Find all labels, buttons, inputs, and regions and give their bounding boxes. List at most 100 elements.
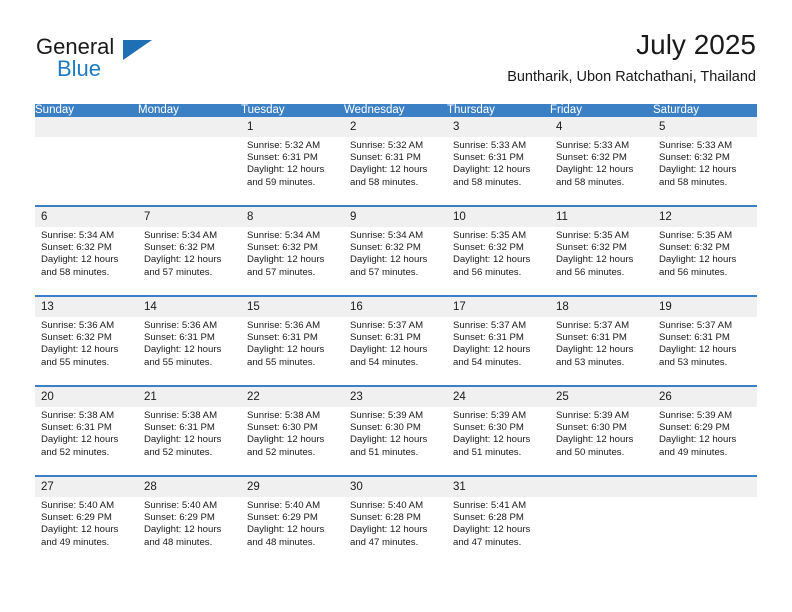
sunset-text: Sunset: 6:32 PM — [659, 242, 730, 254]
day-number: 20 — [35, 387, 138, 407]
daylight-text-line2: and 53 minutes. — [659, 356, 728, 368]
day-details: Sunrise: 5:39 AM Sunset: 6:30 PM Dayligh… — [344, 407, 447, 459]
calendar-day-cell[interactable]: 23 Sunrise: 5:39 AM Sunset: 6:30 PM Dayl… — [344, 387, 447, 475]
daylight-text-line1: Daylight: 12 hours — [41, 524, 119, 536]
triangle-logo-icon — [123, 40, 152, 60]
sunset-text: Sunset: 6:32 PM — [247, 242, 318, 254]
calendar-day-cell[interactable]: 24 Sunrise: 5:39 AM Sunset: 6:30 PM Dayl… — [447, 387, 550, 475]
day-details: Sunrise: 5:40 AM Sunset: 6:29 PM Dayligh… — [138, 497, 241, 549]
calendar-day-cell[interactable]: 29 Sunrise: 5:40 AM Sunset: 6:29 PM Dayl… — [241, 477, 344, 565]
calendar-day-cell[interactable]: 14 Sunrise: 5:36 AM Sunset: 6:31 PM Dayl… — [138, 297, 241, 385]
calendar-day-cell[interactable]: 17 Sunrise: 5:37 AM Sunset: 6:31 PM Dayl… — [447, 297, 550, 385]
daylight-text-line1: Daylight: 12 hours — [247, 434, 325, 446]
sunrise-text: Sunrise: 5:38 AM — [41, 410, 115, 421]
calendar-day-cell[interactable]: 21 Sunrise: 5:38 AM Sunset: 6:31 PM Dayl… — [138, 387, 241, 475]
calendar-day-cell[interactable]: 22 Sunrise: 5:38 AM Sunset: 6:30 PM Dayl… — [241, 387, 344, 475]
calendar-day-cell[interactable]: 25 Sunrise: 5:39 AM Sunset: 6:30 PM Dayl… — [550, 387, 653, 475]
sunrise-text: Sunrise: 5:36 AM — [144, 320, 218, 331]
day-details: Sunrise: 5:32 AM Sunset: 6:31 PM Dayligh… — [241, 137, 344, 189]
sunrise-text: Sunrise: 5:33 AM — [453, 140, 527, 151]
sunset-text: Sunset: 6:31 PM — [350, 152, 421, 164]
calendar-day-cell[interactable]: 5 Sunrise: 5:33 AM Sunset: 6:32 PM Dayli… — [653, 117, 757, 205]
calendar-day-cell[interactable]: 13 Sunrise: 5:36 AM Sunset: 6:32 PM Dayl… — [35, 297, 138, 385]
sunset-text: Sunset: 6:32 PM — [556, 242, 627, 254]
calendar-day-cell[interactable]: 26 Sunrise: 5:39 AM Sunset: 6:29 PM Dayl… — [653, 387, 757, 475]
daylight-text-line1: Daylight: 12 hours — [247, 254, 325, 266]
day-number: 7 — [138, 207, 241, 227]
calendar-day-cell[interactable]: 3 Sunrise: 5:33 AM Sunset: 6:31 PM Dayli… — [447, 117, 550, 205]
day-details: Sunrise: 5:40 AM Sunset: 6:28 PM Dayligh… — [344, 497, 447, 549]
daylight-text-line2: and 48 minutes. — [247, 536, 316, 548]
day-number: 26 — [653, 387, 757, 407]
daylight-text-line1: Daylight: 12 hours — [144, 344, 222, 356]
daylight-text-line1: Daylight: 12 hours — [659, 164, 737, 176]
daylight-text-line2: and 47 minutes. — [453, 536, 522, 548]
sunrise-text: Sunrise: 5:33 AM — [659, 140, 733, 151]
sunset-text: Sunset: 6:32 PM — [41, 242, 112, 254]
sunrise-text: Sunrise: 5:40 AM — [247, 500, 321, 511]
day-number: 19 — [653, 297, 757, 317]
daylight-text-line1: Daylight: 12 hours — [453, 254, 531, 266]
sunrise-text: Sunrise: 5:34 AM — [41, 230, 115, 241]
sunset-text: Sunset: 6:32 PM — [350, 242, 421, 254]
calendar-day-cell[interactable]: 9 Sunrise: 5:34 AM Sunset: 6:32 PM Dayli… — [344, 207, 447, 295]
sunrise-text: Sunrise: 5:34 AM — [144, 230, 218, 241]
sunrise-text: Sunrise: 5:36 AM — [41, 320, 115, 331]
day-details: Sunrise: 5:33 AM Sunset: 6:32 PM Dayligh… — [653, 137, 757, 189]
weekday-header-thursday: Thursday — [447, 104, 550, 117]
calendar-week-row: 1 Sunrise: 5:32 AM Sunset: 6:31 PM Dayli… — [35, 117, 757, 206]
calendar-day-cell[interactable]: 15 Sunrise: 5:36 AM Sunset: 6:31 PM Dayl… — [241, 297, 344, 385]
calendar-day-cell — [653, 477, 757, 565]
sunrise-text: Sunrise: 5:35 AM — [659, 230, 733, 241]
day-number: 5 — [653, 117, 757, 137]
daylight-text-line2: and 56 minutes. — [453, 266, 522, 278]
calendar-day-cell[interactable]: 7 Sunrise: 5:34 AM Sunset: 6:32 PM Dayli… — [138, 207, 241, 295]
sunset-text: Sunset: 6:32 PM — [144, 242, 215, 254]
sunrise-text: Sunrise: 5:39 AM — [659, 410, 733, 421]
sunset-text: Sunset: 6:30 PM — [556, 422, 627, 434]
day-details: Sunrise: 5:33 AM Sunset: 6:31 PM Dayligh… — [447, 137, 550, 189]
daylight-text-line1: Daylight: 12 hours — [144, 434, 222, 446]
page-subtitle: Buntharik, Ubon Ratchathani, Thailand — [507, 69, 756, 85]
calendar-day-cell[interactable]: 28 Sunrise: 5:40 AM Sunset: 6:29 PM Dayl… — [138, 477, 241, 565]
sunset-text: Sunset: 6:32 PM — [556, 152, 627, 164]
weekday-header-monday: Monday — [138, 104, 241, 117]
day-number: 25 — [550, 387, 653, 407]
day-details: Sunrise: 5:38 AM Sunset: 6:30 PM Dayligh… — [241, 407, 344, 459]
calendar-day-cell[interactable]: 6 Sunrise: 5:34 AM Sunset: 6:32 PM Dayli… — [35, 207, 138, 295]
daylight-text-line2: and 56 minutes. — [556, 266, 625, 278]
sunset-text: Sunset: 6:30 PM — [350, 422, 421, 434]
calendar-week-row: 6 Sunrise: 5:34 AM Sunset: 6:32 PM Dayli… — [35, 205, 757, 296]
calendar-day-cell[interactable]: 27 Sunrise: 5:40 AM Sunset: 6:29 PM Dayl… — [35, 477, 138, 565]
daylight-text-line1: Daylight: 12 hours — [556, 254, 634, 266]
calendar-day-cell[interactable]: 12 Sunrise: 5:35 AM Sunset: 6:32 PM Dayl… — [653, 207, 757, 295]
sunset-text: Sunset: 6:30 PM — [453, 422, 524, 434]
sunrise-text: Sunrise: 5:32 AM — [350, 140, 424, 151]
page-title: July 2025 — [636, 29, 756, 60]
daylight-text-line2: and 51 minutes. — [350, 446, 419, 458]
sunset-text: Sunset: 6:31 PM — [144, 332, 215, 344]
day-number: 10 — [447, 207, 550, 227]
calendar-day-cell[interactable]: 31 Sunrise: 5:41 AM Sunset: 6:28 PM Dayl… — [447, 477, 550, 565]
calendar-day-cell[interactable]: 18 Sunrise: 5:37 AM Sunset: 6:31 PM Dayl… — [550, 297, 653, 385]
daylight-text-line2: and 58 minutes. — [350, 176, 419, 188]
calendar-day-cell[interactable]: 2 Sunrise: 5:32 AM Sunset: 6:31 PM Dayli… — [344, 117, 447, 205]
calendar-day-cell[interactable]: 4 Sunrise: 5:33 AM Sunset: 6:32 PM Dayli… — [550, 117, 653, 205]
brand-logo[interactable]: General Blue — [36, 34, 256, 84]
day-number: 15 — [241, 297, 344, 317]
daylight-text-line2: and 49 minutes. — [659, 446, 728, 458]
calendar-day-cell[interactable]: 8 Sunrise: 5:34 AM Sunset: 6:32 PM Dayli… — [241, 207, 344, 295]
calendar-week-row: 13 Sunrise: 5:36 AM Sunset: 6:32 PM Dayl… — [35, 295, 757, 386]
calendar-day-cell[interactable]: 19 Sunrise: 5:37 AM Sunset: 6:31 PM Dayl… — [653, 297, 757, 385]
calendar-day-cell[interactable]: 11 Sunrise: 5:35 AM Sunset: 6:32 PM Dayl… — [550, 207, 653, 295]
calendar-day-cell[interactable]: 16 Sunrise: 5:37 AM Sunset: 6:31 PM Dayl… — [344, 297, 447, 385]
sunset-text: Sunset: 6:32 PM — [453, 242, 524, 254]
daylight-text-line2: and 58 minutes. — [659, 176, 728, 188]
calendar-day-cell[interactable]: 1 Sunrise: 5:32 AM Sunset: 6:31 PM Dayli… — [241, 117, 344, 205]
calendar-day-cell[interactable]: 30 Sunrise: 5:40 AM Sunset: 6:28 PM Dayl… — [344, 477, 447, 565]
daylight-text-line2: and 52 minutes. — [144, 446, 213, 458]
calendar-day-cell[interactable]: 10 Sunrise: 5:35 AM Sunset: 6:32 PM Dayl… — [447, 207, 550, 295]
calendar-day-cell[interactable]: 20 Sunrise: 5:38 AM Sunset: 6:31 PM Dayl… — [35, 387, 138, 475]
day-number: 13 — [35, 297, 138, 317]
daylight-text-line2: and 58 minutes. — [41, 266, 110, 278]
